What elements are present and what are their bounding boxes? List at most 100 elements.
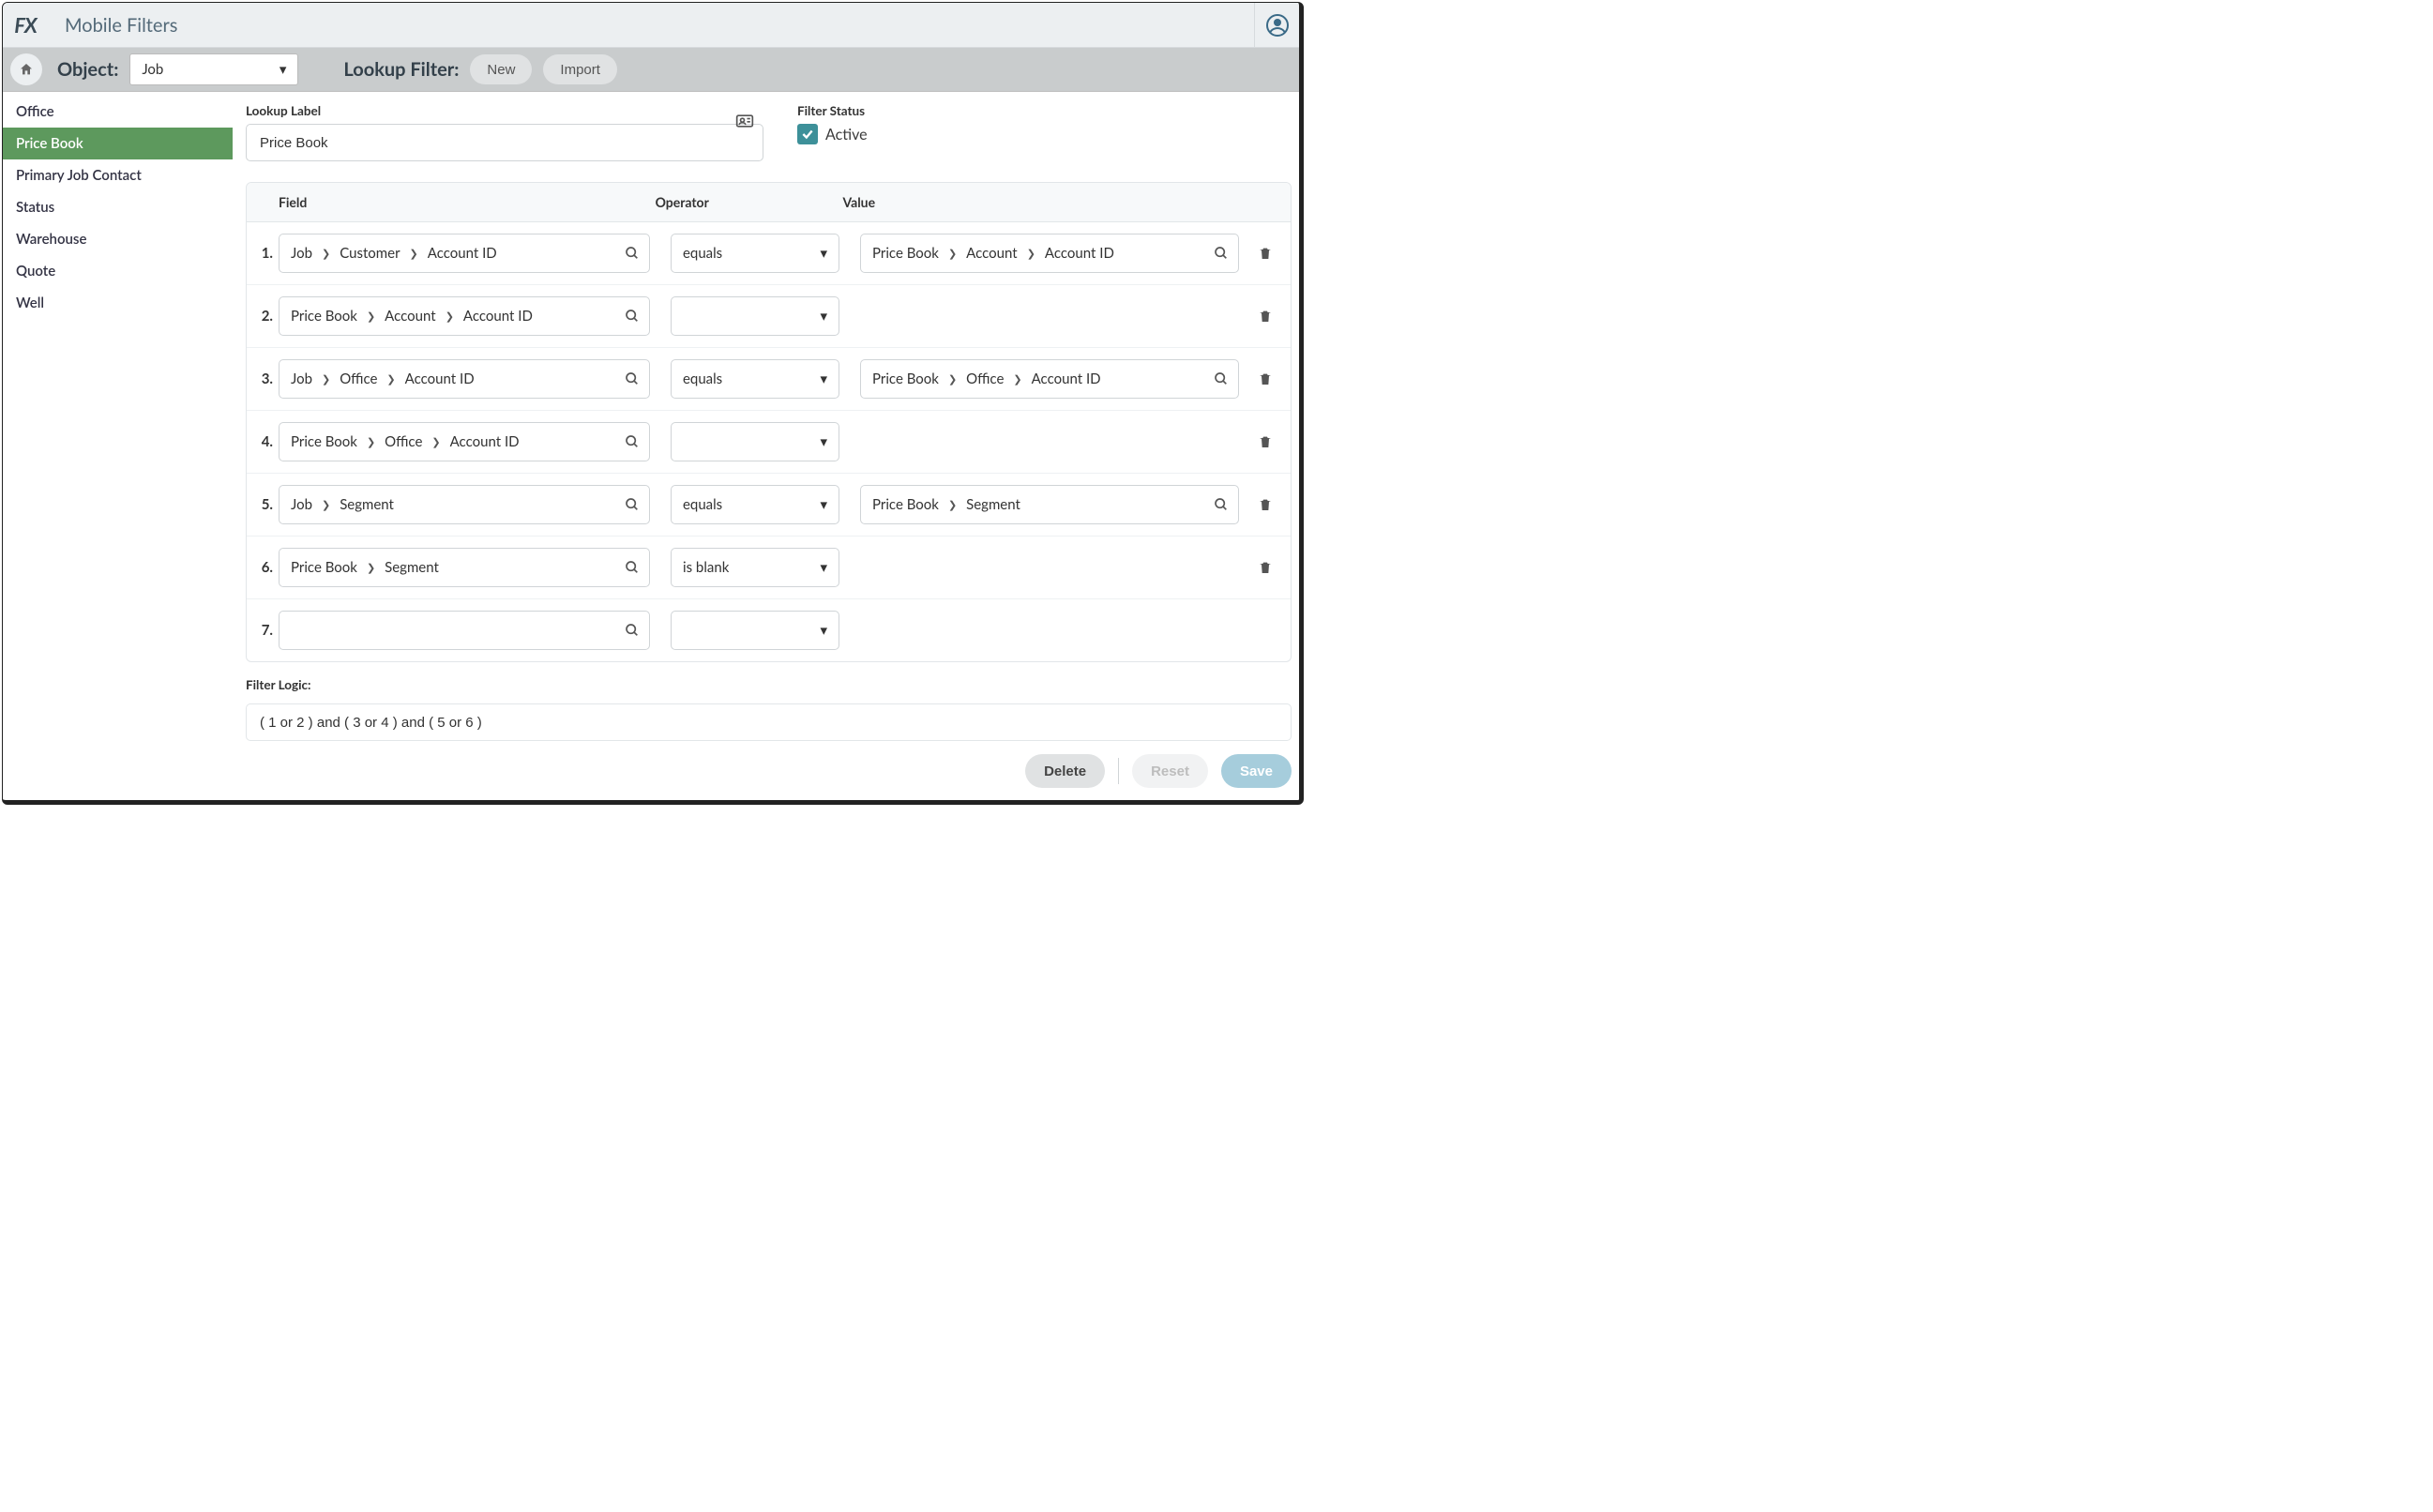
- lookup-label-input[interactable]: [246, 124, 763, 161]
- sidebar-item-office[interactable]: Office: [3, 96, 233, 128]
- field-picker[interactable]: Job❯Customer❯Account ID: [279, 234, 650, 273]
- sidebar-item-warehouse[interactable]: Warehouse: [3, 223, 233, 255]
- chevron-right-icon: ❯: [322, 499, 330, 511]
- divider: [1118, 758, 1119, 784]
- value-picker-empty: [860, 611, 1239, 650]
- sidebar: OfficePrice BookPrimary Job ContactStatu…: [3, 92, 233, 800]
- save-button[interactable]: Save: [1221, 754, 1292, 788]
- import-button[interactable]: Import: [543, 54, 617, 84]
- row-number: 7.: [247, 622, 279, 639]
- contact-card-icon[interactable]: [735, 112, 754, 130]
- filter-logic-input[interactable]: [246, 703, 1292, 741]
- object-select[interactable]: Job ▾: [129, 53, 298, 85]
- operator-value: is blank: [683, 559, 729, 576]
- caret-down-icon: ▾: [820, 433, 827, 450]
- breadcrumb-segment: Price Book: [291, 559, 357, 576]
- search-icon[interactable]: [625, 560, 640, 575]
- field-picker[interactable]: Job❯Office❯Account ID: [279, 359, 650, 399]
- value-picker[interactable]: Price Book❯Segment: [860, 485, 1239, 524]
- breadcrumb-segment: Price Book: [291, 433, 357, 450]
- new-button[interactable]: New: [470, 54, 532, 84]
- breadcrumb-segment: Account ID: [405, 370, 475, 387]
- delete-row-button[interactable]: [1249, 433, 1281, 450]
- chevron-right-icon: ❯: [367, 436, 375, 448]
- search-icon[interactable]: [1214, 246, 1229, 261]
- delete-row-button[interactable]: [1249, 559, 1281, 576]
- main-content: Lookup Label Filter Status Active: [233, 92, 1299, 800]
- value-picker-empty: [860, 296, 1239, 336]
- breadcrumb-segment: Customer: [340, 245, 400, 262]
- breadcrumb-segment: Account ID: [428, 245, 497, 262]
- operator-select[interactable]: equals▾: [671, 359, 839, 399]
- chevron-right-icon: ❯: [322, 248, 330, 260]
- sidebar-item-well[interactable]: Well: [3, 287, 233, 319]
- field-picker[interactable]: Price Book❯Segment: [279, 548, 650, 587]
- breadcrumb-segment: Office: [966, 370, 1004, 387]
- operator-select[interactable]: equals▾: [671, 234, 839, 273]
- field-picker[interactable]: Price Book❯Office❯Account ID: [279, 422, 650, 461]
- search-icon[interactable]: [625, 434, 640, 449]
- filter-table: Field Operator Value 1.Job❯Customer❯Acco…: [246, 182, 1292, 662]
- value-picker[interactable]: Price Book❯Office❯Account ID: [860, 359, 1239, 399]
- filter-row: 2.Price Book❯Account❯Account ID▾: [247, 285, 1291, 348]
- search-icon[interactable]: [625, 309, 640, 324]
- operator-select[interactable]: is blank▾: [671, 548, 839, 587]
- breadcrumb-segment: Account: [966, 245, 1018, 262]
- search-icon[interactable]: [1214, 371, 1229, 386]
- column-header-operator: Operator: [656, 183, 843, 221]
- breadcrumb-segment: Account ID: [463, 308, 533, 325]
- field-picker[interactable]: Job❯Segment: [279, 485, 650, 524]
- delete-row-button[interactable]: [1249, 245, 1281, 262]
- row-number: 3.: [247, 370, 279, 387]
- row-number: 4.: [247, 433, 279, 450]
- filter-status-heading: Filter Status: [797, 103, 868, 118]
- value-picker-empty: [860, 422, 1239, 461]
- home-button[interactable]: [10, 53, 42, 85]
- delete-row-button[interactable]: [1249, 308, 1281, 325]
- row-number: 6.: [247, 559, 279, 576]
- top-bar: FX Mobile Filters: [3, 3, 1299, 48]
- filter-row: 3.Job❯Office❯Account IDequals▾Price Book…: [247, 348, 1291, 411]
- search-icon[interactable]: [625, 623, 640, 638]
- search-icon[interactable]: [625, 246, 640, 261]
- operator-select[interactable]: ▾: [671, 422, 839, 461]
- breadcrumb-segment: Account ID: [450, 433, 520, 450]
- caret-down-icon: ▾: [820, 622, 827, 639]
- operator-select[interactable]: ▾: [671, 296, 839, 336]
- chevron-right-icon: ❯: [948, 248, 957, 260]
- search-icon[interactable]: [1214, 497, 1229, 512]
- value-picker[interactable]: Price Book❯Account❯Account ID: [860, 234, 1239, 273]
- operator-value: equals: [683, 370, 722, 387]
- chevron-right-icon: ❯: [948, 373, 957, 386]
- caret-down-icon: ▾: [820, 496, 827, 513]
- sidebar-item-primary-job-contact[interactable]: Primary Job Contact: [3, 159, 233, 191]
- active-checkbox[interactable]: [797, 124, 818, 144]
- sidebar-item-price-book[interactable]: Price Book: [3, 128, 233, 159]
- delete-row-button[interactable]: [1249, 370, 1281, 387]
- filter-row: 4.Price Book❯Office❯Account ID▾: [247, 411, 1291, 474]
- chevron-right-icon: ❯: [1013, 373, 1021, 386]
- delete-row-button[interactable]: [1249, 496, 1281, 513]
- field-picker[interactable]: Price Book❯Account❯Account ID: [279, 296, 650, 336]
- sidebar-item-quote[interactable]: Quote: [3, 255, 233, 287]
- value-picker-empty: [860, 548, 1239, 587]
- breadcrumb-segment: Job: [291, 496, 312, 513]
- caret-down-icon: ▾: [280, 61, 287, 78]
- field-picker[interactable]: [279, 611, 650, 650]
- object-label: Object:: [57, 58, 118, 81]
- reset-button[interactable]: Reset: [1132, 754, 1208, 788]
- breadcrumb-segment: Account: [385, 308, 436, 325]
- user-menu-button[interactable]: [1254, 3, 1299, 47]
- delete-button[interactable]: Delete: [1025, 754, 1105, 788]
- filter-row: 5.Job❯Segmentequals▾Price Book❯Segment: [247, 474, 1291, 537]
- column-header-field: Field: [279, 183, 656, 221]
- operator-select[interactable]: ▾: [671, 611, 839, 650]
- breadcrumb-segment: Account ID: [1032, 370, 1101, 387]
- chevron-right-icon: ❯: [446, 310, 454, 323]
- operator-select[interactable]: equals▾: [671, 485, 839, 524]
- page-title: Mobile Filters: [48, 14, 177, 37]
- search-icon[interactable]: [625, 371, 640, 386]
- caret-down-icon: ▾: [820, 308, 827, 325]
- sidebar-item-status[interactable]: Status: [3, 191, 233, 223]
- search-icon[interactable]: [625, 497, 640, 512]
